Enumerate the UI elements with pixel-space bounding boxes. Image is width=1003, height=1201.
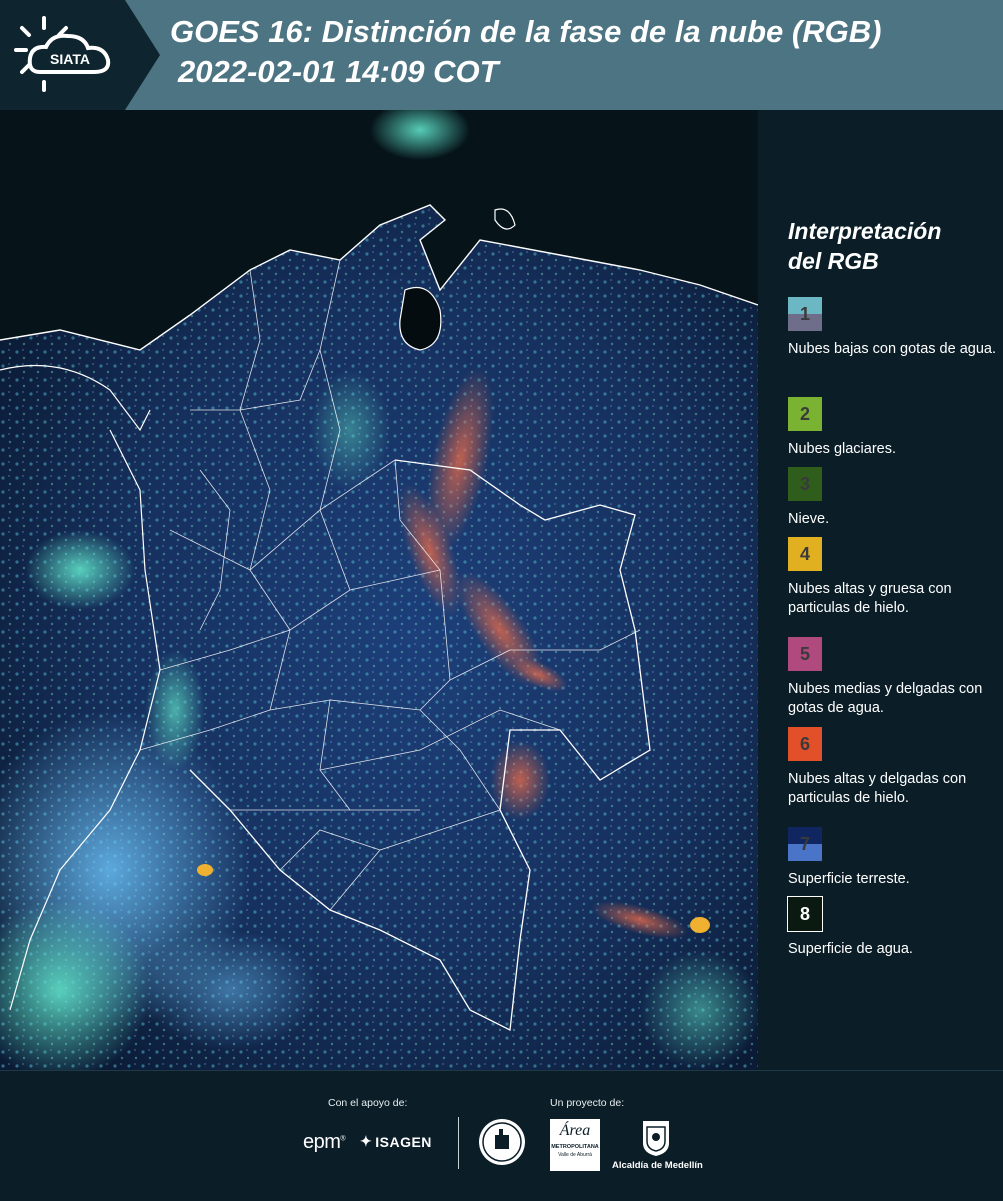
legend-swatch: 1 — [788, 297, 822, 331]
legend-swatch: 7 — [788, 827, 822, 861]
legend-item-6: 6 Nubes altas y delgadas con particulas d… — [788, 727, 998, 808]
legend-swatch-number: 8 — [799, 904, 810, 924]
area-logo-region: Valle de Aburrá — [558, 1152, 592, 1158]
legend-item-8: 8 Superficie de agua. — [787, 896, 998, 959]
satellite-map — [0, 110, 758, 1070]
siata-logo: SIATA — [14, 16, 111, 92]
legend-swatch: 2 — [788, 397, 822, 431]
area-metropolitana-logo: Área METROPOLITANA Valle de Aburrá — [550, 1119, 600, 1171]
title-line-2: 2022-02-01 14:09 COT — [178, 54, 499, 89]
legend-item-5: 5 Nubes medias y delgadas con gotas de ag… — [788, 637, 998, 718]
legend-item-1: 1 Nubes bajas con gotas de agua. — [788, 297, 998, 359]
isagen-logo: ✦ ISAGEN — [360, 1133, 432, 1150]
legend-label: Superficie de agua. — [788, 941, 913, 957]
legend-swatch: 6 — [788, 727, 822, 761]
area-logo-text: Área — [559, 1122, 591, 1139]
legend-label: Nubes medias y delgadas con gotas de agu… — [788, 681, 983, 716]
legend-swatch-number: 3 — [799, 474, 810, 494]
legend-swatch: 5 — [788, 637, 822, 671]
legend-item-2: 2 Nubes glaciares. — [788, 397, 998, 459]
legend-swatch-number: 2 — [799, 404, 810, 424]
isagen-logo-text: ISAGEN — [375, 1133, 432, 1150]
support-label: Con el apoyo de: — [328, 1097, 408, 1109]
satellite-image — [0, 110, 758, 1070]
medellin-logo-text: Alcaldía de Medellín — [612, 1160, 703, 1171]
legend-label: Nubes altas y delgadas con particulas de… — [788, 771, 967, 806]
legend-swatch: 4 — [788, 537, 822, 571]
legend-label: Nubes glaciares. — [788, 441, 896, 457]
legend-title-line-2: del RGB — [788, 248, 879, 274]
legend-swatch: 3 — [788, 467, 822, 501]
legend-swatch-number: 6 — [799, 734, 810, 754]
project-label: Un proyecto de: — [550, 1097, 625, 1109]
medellin-shield-icon — [643, 1121, 669, 1156]
legend-swatch-number: 5 — [799, 644, 810, 664]
epm-logo-text: epm — [303, 1131, 341, 1153]
legend-swatch-number: 4 — [799, 544, 810, 564]
legend-swatch-number: 7 — [799, 834, 810, 854]
legend-label: Nubes bajas con gotas de agua. — [788, 341, 996, 357]
header: SIATA GOES 16: Distinción de la fase de … — [0, 0, 1003, 110]
footer: Con el apoyo de: Un proyecto de: epm® ✦ … — [0, 1070, 1003, 1201]
legend-label: Nubes altas y gruesa con particulas de h… — [788, 581, 952, 616]
legend-title: Interpretación del RGB — [788, 216, 988, 276]
isagen-icon: ✦ — [360, 1133, 373, 1149]
legend-item-4: 4 Nubes altas y gruesa con particulas de … — [788, 537, 998, 618]
legend-swatch: 8 — [787, 896, 823, 932]
epm-logo: epm® — [303, 1131, 346, 1153]
legend-item-3: 3 Nieve. — [788, 467, 998, 529]
legend-swatch-number: 1 — [799, 304, 810, 324]
title-line-1: GOES 16: Distinción de la fase de la nub… — [170, 14, 882, 49]
legend-title-line-1: Interpretación — [788, 218, 942, 244]
area-logo-subtitle: METROPOLITANA — [551, 1144, 599, 1150]
footer-divider — [458, 1117, 459, 1169]
legend-label: Superficie terreste. — [788, 871, 910, 887]
legend-label: Nieve. — [788, 511, 830, 527]
legend-item-7: 7 Superficie terreste. — [788, 827, 998, 889]
siata-logo-text: SIATA — [50, 51, 90, 67]
seal-logo — [479, 1119, 525, 1165]
legend-panel: Interpretación del RGB 1 Nubes bajas con … — [758, 110, 1003, 1070]
